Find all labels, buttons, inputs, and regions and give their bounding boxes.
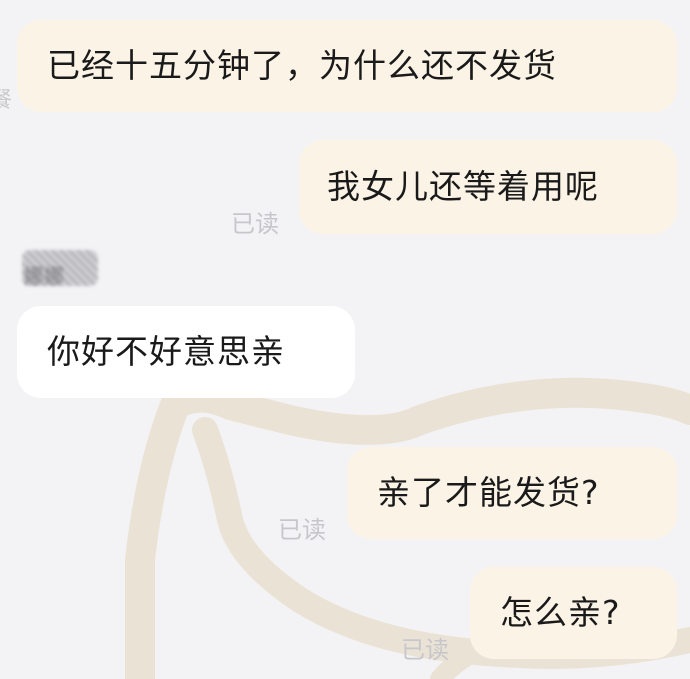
message-text: 怎么亲?	[500, 593, 621, 632]
message-bubble-2[interactable]: 我女儿还等着用呢	[299, 140, 677, 234]
message-text: 你好不好意思亲	[47, 332, 285, 371]
message-text: 亲了才能发货?	[377, 473, 600, 512]
read-status: 已读	[401, 636, 449, 664]
message-text: 我女儿还等着用呢	[327, 167, 599, 206]
sender-name-blurred: 娜娜	[22, 250, 98, 288]
read-status: 已读	[278, 516, 326, 544]
message-bubble-5[interactable]: 怎么亲?	[470, 567, 677, 659]
message-bubble-3[interactable]: 你好不好意思亲	[17, 306, 355, 398]
message-bubble-1[interactable]: 已经十五分钟了，为什么还不发货	[17, 20, 677, 112]
message-text: 已经十五分钟了，为什么还不发货	[47, 46, 557, 85]
read-status: 已读	[231, 210, 279, 238]
cropped-text-fragment: 餐	[0, 88, 13, 113]
message-bubble-4[interactable]: 亲了才能发货?	[347, 447, 677, 539]
sender-name: 娜娜	[24, 264, 64, 288]
